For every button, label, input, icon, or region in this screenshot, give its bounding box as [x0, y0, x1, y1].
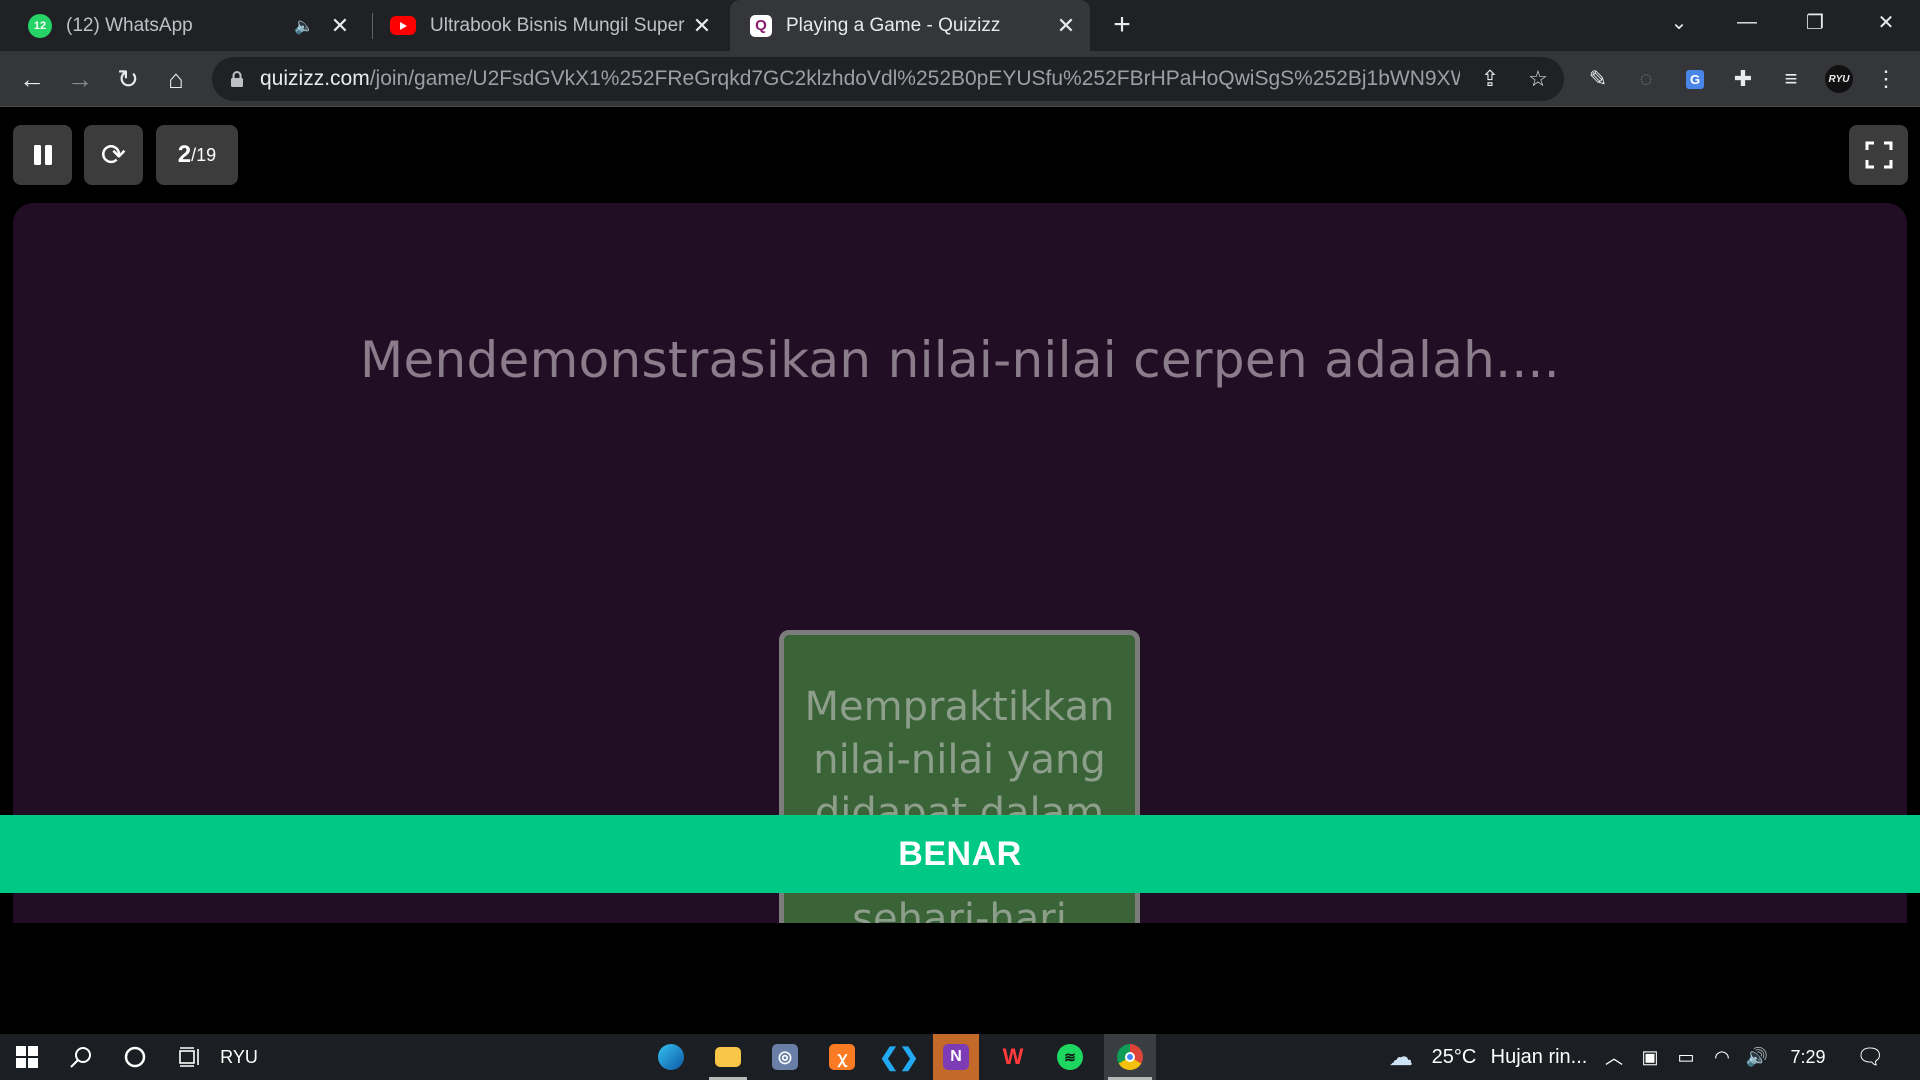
url-path: /join/game/U2FsdGVkX1%252FReGrqkd7GC2klz…: [369, 67, 1460, 90]
meet-now-icon[interactable]: ▣: [1638, 1045, 1662, 1069]
vscode-icon: ❮❯: [878, 1043, 920, 1071]
browser-tab-strip: 12 (12) WhatsApp 🔈 ✕ Ultrabook Bisnis Mu…: [0, 0, 1920, 51]
close-icon[interactable]: ✕: [328, 13, 352, 38]
minimize-button[interactable]: —: [1713, 0, 1781, 44]
spotify-app[interactable]: ≋: [1047, 1034, 1093, 1080]
task-view-button[interactable]: [166, 1034, 212, 1080]
search-icon: [70, 1047, 91, 1068]
pen-extension-icon[interactable]: ✎: [1584, 65, 1612, 93]
weather-temperature[interactable]: 25°C: [1429, 1034, 1479, 1080]
youtube-icon: [390, 16, 416, 35]
quizizz-game-page: ⟳ 2/19 Mendemonstrasikan nilai-nilai cer…: [0, 107, 1920, 1034]
windows-taskbar: RYU ◎ ꭓ ❮❯ N W ≋ ☁ 25°C Hujan rin... ︿ ▣…: [0, 1034, 1920, 1080]
windows-logo-icon: [16, 1046, 38, 1068]
muted-speaker-icon[interactable]: 🔈: [294, 16, 314, 36]
clock-time[interactable]: 7:29: [1785, 1034, 1831, 1080]
bookmark-star-icon[interactable]: ☆: [1524, 65, 1552, 93]
home-button[interactable]: ⌂: [158, 61, 194, 97]
media-control-icon[interactable]: ≡: [1777, 65, 1805, 93]
profile-avatar[interactable]: RYU: [1825, 65, 1853, 93]
volume-icon[interactable]: 🔊: [1745, 1045, 1769, 1069]
tab-youtube[interactable]: Ultrabook Bisnis Mungil Super Elit ✕: [376, 0, 726, 51]
chrome-app[interactable]: [1104, 1034, 1156, 1080]
counter-total: /19: [191, 144, 217, 165]
lock-icon[interactable]: [226, 70, 248, 88]
xampp-app[interactable]: ꭓ: [819, 1034, 865, 1080]
search-button[interactable]: [58, 1034, 104, 1080]
url-text: quizizz.com/join/game/U2FsdGVkX1%252FReG…: [260, 67, 1460, 91]
settings-app[interactable]: ◎: [762, 1034, 808, 1080]
mouse-extension-icon[interactable]: ◌: [1632, 65, 1660, 93]
cortana-button[interactable]: [112, 1034, 158, 1080]
tab-divider: [372, 13, 373, 39]
app-window-icon: ◎: [772, 1044, 798, 1070]
share-icon[interactable]: ⇪: [1476, 65, 1504, 93]
question-text: Mendemonstrasikan nilai-nilai cerpen ada…: [360, 331, 1560, 389]
browser-toolbar: ← → ↻ ⌂ quizizz.com/join/game/U2FsdGVkX1…: [0, 51, 1920, 107]
onenote-icon: N: [943, 1044, 969, 1070]
reload-button[interactable]: ↻: [110, 61, 146, 97]
folder-icon: [715, 1047, 741, 1067]
whatsapp-badge: 12: [33, 19, 47, 32]
forward-button[interactable]: →: [62, 61, 98, 97]
notifications-icon[interactable]: 🗨: [1856, 1044, 1884, 1069]
reload-game-button[interactable]: ⟳: [84, 125, 143, 185]
refresh-icon: ⟳: [100, 138, 127, 172]
counter-current: 2: [177, 141, 192, 168]
extensions-puzzle-icon[interactable]: ✚: [1729, 65, 1757, 93]
file-explorer-app[interactable]: [705, 1034, 751, 1080]
close-icon[interactable]: ✕: [1054, 13, 1078, 38]
result-banner: BENAR: [0, 815, 1920, 893]
wifi-icon[interactable]: ◠: [1710, 1045, 1734, 1069]
onenote-app[interactable]: N: [933, 1034, 979, 1080]
url-domain: quizizz.com: [260, 67, 370, 90]
weather-description[interactable]: Hujan rin...: [1487, 1034, 1591, 1080]
profile-initials: RYU: [1825, 65, 1853, 93]
pause-button[interactable]: [13, 125, 72, 185]
wps-icon: W: [1002, 1044, 1024, 1069]
task-view-icon: [179, 1047, 199, 1067]
browser-menu-icon[interactable]: ⋮: [1872, 65, 1900, 93]
cortana-circle-icon: [124, 1046, 146, 1068]
close-icon[interactable]: ✕: [690, 13, 714, 38]
taskbar-user-label: RYU: [220, 1046, 258, 1067]
battery-icon[interactable]: ▭: [1674, 1045, 1698, 1069]
result-text: BENAR: [898, 834, 1022, 873]
fullscreen-icon: [1865, 141, 1892, 169]
restore-button[interactable]: ❐: [1781, 0, 1849, 44]
tab-search-button[interactable]: ⌄: [1645, 0, 1713, 44]
tab-title: Ultrabook Bisnis Mungil Super Elit: [430, 14, 690, 36]
google-translate-icon[interactable]: G: [1681, 65, 1709, 93]
question-counter: 2/19: [156, 125, 238, 185]
tab-title: (12) WhatsApp: [66, 14, 193, 36]
back-button[interactable]: ←: [14, 61, 50, 97]
pause-icon: [33, 145, 52, 165]
start-button[interactable]: [4, 1034, 50, 1080]
fullscreen-button[interactable]: [1849, 125, 1908, 185]
xampp-icon: ꭓ: [829, 1044, 855, 1070]
wps-office-app[interactable]: W: [990, 1034, 1036, 1080]
edge-app[interactable]: [648, 1034, 694, 1080]
chrome-icon: [1117, 1044, 1143, 1070]
tab-title: Playing a Game - Quizizz: [786, 14, 1001, 36]
weather-cloud-icon[interactable]: ☁: [1385, 1044, 1417, 1071]
tab-whatsapp[interactable]: 12 (12) WhatsApp 🔈 ✕: [14, 0, 364, 51]
tab-quizizz[interactable]: Q Playing a Game - Quizizz ✕: [730, 0, 1090, 51]
whatsapp-icon: 12: [28, 13, 52, 38]
quizizz-icon: Q: [750, 14, 772, 37]
vscode-app[interactable]: ❮❯: [876, 1034, 922, 1080]
chevron-up-icon[interactable]: ︿: [1602, 1045, 1626, 1069]
spotify-icon: ≋: [1057, 1044, 1083, 1070]
window-close-button[interactable]: ✕: [1852, 0, 1920, 44]
new-tab-button[interactable]: +: [1107, 10, 1137, 40]
edge-icon: [658, 1044, 684, 1070]
address-bar[interactable]: quizizz.com/join/game/U2FsdGVkX1%252FReG…: [212, 57, 1564, 101]
